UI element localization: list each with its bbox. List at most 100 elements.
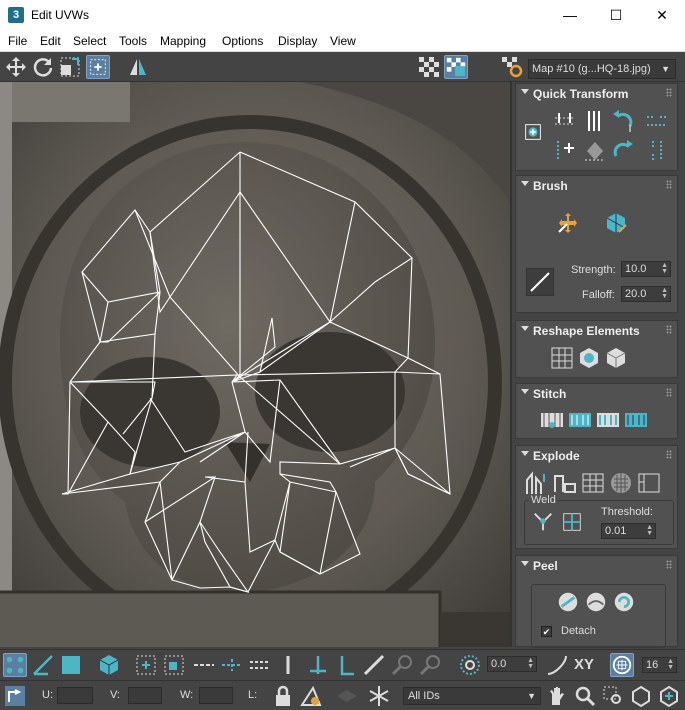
falloff-type-icon[interactable] [545, 653, 569, 677]
quick-peel-icon[interactable] [556, 590, 580, 614]
set-pivot-icon[interactable] [522, 121, 544, 143]
space-vertical-icon[interactable] [644, 138, 670, 164]
u-field[interactable] [57, 687, 93, 704]
grid-snap-icon[interactable] [610, 653, 634, 677]
reset-peel-icon[interactable] [612, 590, 636, 614]
checker-icon[interactable] [417, 55, 441, 79]
material-id-value: All IDs [408, 690, 440, 702]
relax-brush-icon[interactable] [603, 210, 629, 236]
menu-view[interactable]: View [330, 34, 356, 48]
mirror-icon[interactable] [126, 55, 150, 79]
menu-file[interactable]: File [8, 34, 27, 48]
flatten-icon[interactable] [580, 470, 606, 496]
xy-label[interactable]: XY [574, 656, 594, 673]
grip-icon [666, 450, 672, 459]
freeze-shape-icon[interactable] [335, 684, 359, 708]
strength-spinner[interactable]: 10.0 ▲ ▼ [621, 261, 671, 277]
move-icon[interactable] [4, 55, 28, 79]
break-icon[interactable] [524, 470, 550, 496]
rotate-icon[interactable] [31, 55, 55, 79]
quick-transform-header[interactable]: Quick Transform [516, 84, 677, 104]
hide-show-icon[interactable] [299, 684, 323, 708]
show-map-icon[interactable] [444, 55, 468, 79]
maximize-button[interactable]: ☐ [593, 0, 639, 30]
grow-selection-icon[interactable] [134, 653, 158, 677]
lock-icon[interactable] [271, 684, 295, 708]
edge-loop-icon[interactable] [192, 653, 216, 677]
menu-edit[interactable]: Edit [40, 34, 61, 48]
paint-grow-icon[interactable] [390, 653, 414, 677]
menu-select[interactable]: Select [73, 34, 106, 48]
map-settings-icon[interactable] [500, 55, 524, 79]
menu-options[interactable]: Options [222, 34, 263, 48]
weld-selected-icon[interactable] [531, 510, 555, 534]
paint-select-icon[interactable] [362, 653, 386, 677]
space-horizontal-icon[interactable] [644, 108, 670, 134]
flatten-by-smoothing-icon[interactable] [608, 470, 634, 496]
uv-texture-canvas[interactable] [0, 82, 510, 647]
falloff-spinner[interactable]: 20.0 ▲ ▼ [621, 286, 671, 302]
close-button[interactable]: ✕ [639, 0, 685, 30]
grow-ring-icon[interactable] [306, 653, 330, 677]
shrink-selection-icon[interactable] [162, 653, 186, 677]
freeze-icon[interactable] [367, 684, 391, 708]
vertex-select-icon[interactable] [3, 653, 27, 677]
absolute-offset-icon[interactable] [3, 684, 27, 708]
menu-tools[interactable]: Tools [119, 34, 147, 48]
falloff-distance-spinner[interactable]: 0.0 ▲ ▼ [487, 656, 537, 672]
peel-mode-icon[interactable] [584, 590, 608, 614]
align-left-icon[interactable] [552, 138, 578, 164]
falloff-label: Falloff: [582, 289, 615, 301]
detach-checkbox[interactable]: ✔ [541, 626, 552, 637]
zoom-icon[interactable] [573, 684, 597, 708]
map-select-dropdown[interactable]: Map #10 (g...HQ-18.jpg) ▼ [528, 59, 676, 79]
stitch-settings-icon[interactable] [623, 407, 649, 433]
relax-icon[interactable] [576, 345, 602, 371]
flatten-by-material-icon[interactable] [636, 470, 662, 496]
stitch-average-icon[interactable] [567, 407, 593, 433]
zoom-extents-icon[interactable] [629, 684, 653, 708]
edge-select-icon[interactable] [31, 653, 55, 677]
rotate-cw-icon[interactable] [610, 138, 636, 164]
grow-loop-icon[interactable] [220, 653, 244, 677]
stitch-to-target-icon[interactable] [539, 407, 565, 433]
material-id-dropdown[interactable]: All IDs ▼ [403, 687, 541, 705]
threshold-spinner[interactable]: 0.01 ▲ ▼ [601, 523, 656, 539]
freeform-icon[interactable] [86, 55, 110, 79]
falloff-curve-icon[interactable] [526, 268, 554, 296]
grid-size-value: 16 [646, 659, 659, 671]
stitch-header[interactable]: Stitch [516, 384, 677, 404]
element-select-icon[interactable] [97, 653, 121, 677]
ring-select-icon[interactable] [276, 653, 300, 677]
uv-viewport[interactable] [0, 82, 510, 647]
detach-edge-verts-icon[interactable] [552, 470, 578, 496]
v-field[interactable] [128, 687, 162, 704]
stitch-to-source-icon[interactable] [595, 407, 621, 433]
explode-header[interactable]: Explode [516, 446, 677, 466]
pan-icon[interactable] [545, 684, 569, 708]
align-horizontal-icon[interactable] [552, 108, 578, 134]
zoom-region-icon[interactable] [601, 684, 625, 708]
brush-header[interactable]: Brush [516, 176, 677, 196]
peel-header[interactable]: Peel [516, 556, 677, 576]
reshape-header[interactable]: Reshape Elements [516, 321, 677, 341]
menu-mapping[interactable]: Mapping [160, 34, 206, 48]
shrink-ring-icon[interactable] [334, 653, 358, 677]
grid-size-spinner[interactable]: 16 ▲ ▼ [642, 657, 677, 673]
paint-move-icon[interactable] [555, 210, 581, 236]
menu-display[interactable]: Display [278, 34, 317, 48]
straighten-icon[interactable] [582, 138, 608, 164]
minimize-button[interactable]: — [547, 0, 593, 30]
weld-target-icon[interactable] [560, 510, 584, 534]
scale-icon[interactable] [58, 55, 82, 79]
w-field[interactable] [199, 687, 233, 704]
edge-ring-icon[interactable] [248, 653, 272, 677]
soft-selection-icon[interactable] [458, 653, 482, 677]
paint-shrink-icon[interactable] [418, 653, 442, 677]
zoom-selected-icon[interactable] [657, 684, 681, 708]
align-vertical-icon[interactable] [582, 108, 608, 134]
rotate-ccw-icon[interactable] [610, 108, 636, 134]
face-select-icon[interactable] [59, 653, 83, 677]
relax-settings-icon[interactable] [603, 345, 629, 371]
straighten-selection-icon[interactable] [549, 345, 575, 371]
